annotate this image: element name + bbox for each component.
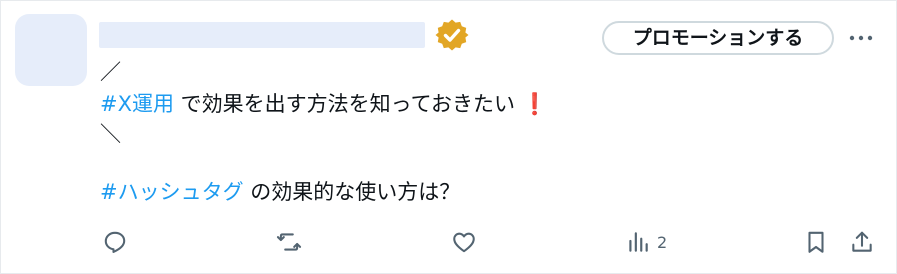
author-name-placeholder[interactable] [99,22,425,48]
reply-button[interactable] [102,229,128,255]
views-button[interactable]: 2 [625,229,667,255]
more-options-icon[interactable] [848,28,874,48]
exclamation-emoji: ❗ [521,92,548,116]
verified-badge-icon[interactable] [435,18,469,52]
share-icon [849,229,875,255]
avatar[interactable] [15,14,87,86]
reply-icon [102,229,128,255]
slash-mark: ／ [100,60,121,84]
post-text: の効果的な使い方は？ [243,180,461,204]
bookmark-button[interactable] [803,229,829,255]
promote-button[interactable]: プロモーションする [602,21,834,55]
post-card: プロモーションする ／ #X運用 で効果を出す方法を知っておきたい ❗ ＼ #ハ… [0,0,897,274]
post-text-line: #ハッシュタグ の効果的な使い方は？ [100,178,460,206]
views-icon [625,229,651,255]
post-text-line: ＼ [100,120,121,148]
share-button[interactable] [849,229,875,255]
views-count: 2 [657,232,668,252]
post-text: で効果を出す方法を知っておきたい [173,92,522,116]
post-text-line: #X運用 で効果を出す方法を知っておきたい ❗ [100,90,548,118]
repost-icon [276,229,302,255]
backslash-mark: ＼ [100,122,121,146]
repost-button[interactable] [276,229,302,255]
post-text-line: ／ [100,58,121,86]
bookmark-icon [803,229,829,255]
like-button[interactable] [451,229,477,255]
like-icon [451,229,477,255]
hashtag-link[interactable]: #ハッシュタグ [100,180,244,204]
hashtag-link[interactable]: #X運用 [100,92,174,116]
